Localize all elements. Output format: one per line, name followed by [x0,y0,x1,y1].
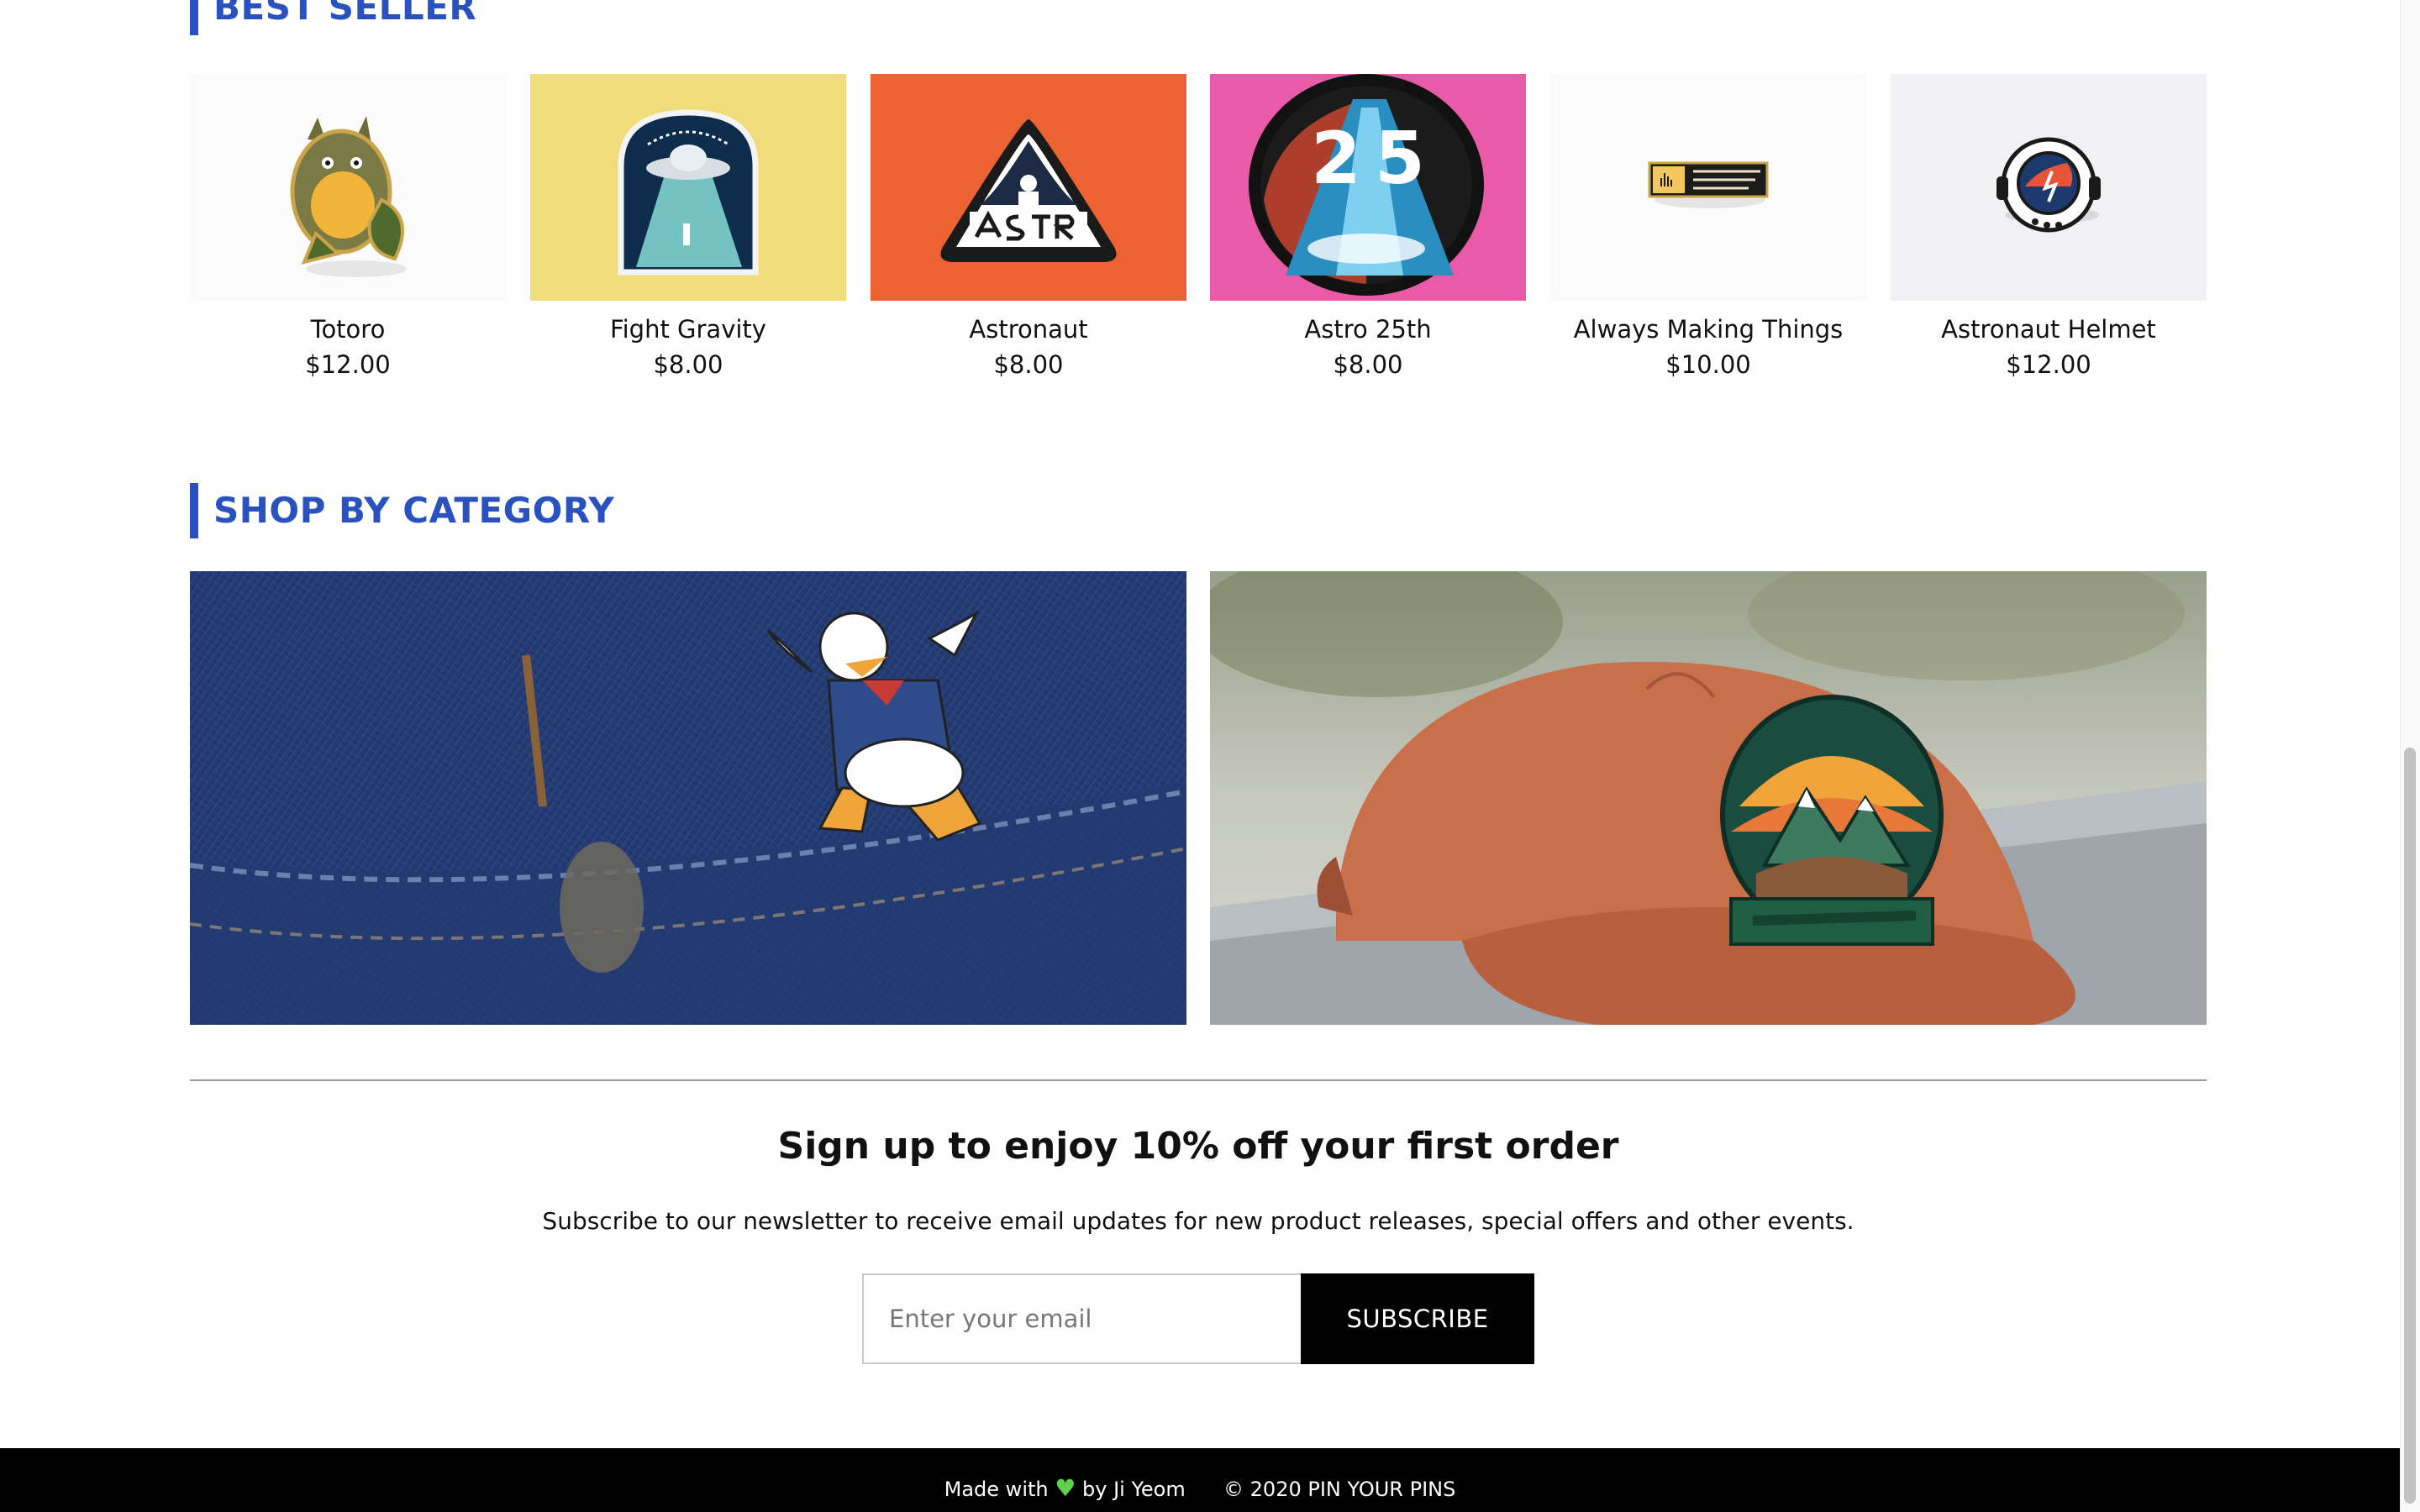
newsletter-form: SUBSCRIBE [862,1273,1534,1364]
section-divider [190,1079,2207,1081]
scrollbar-track[interactable] [2400,0,2420,1512]
subscribe-button[interactable]: SUBSCRIBE [1301,1273,1534,1364]
product-price: $10.00 [1665,350,1751,379]
product-image-astro-25th[interactable]: 2 5 [1210,74,1526,301]
category-grid [190,571,2207,1025]
svg-text:2: 2 [1311,117,1361,201]
footer: Made with ♥ by Ji Yeom © 2020 PIN YOUR P… [0,1448,2400,1512]
product-price: $8.00 [993,350,1064,379]
product-image-fight-gravity[interactable] [530,74,846,301]
product-image-astronaut[interactable] [871,74,1186,301]
product-price: $8.00 [653,350,723,379]
product-price: $12.00 [305,350,391,379]
footer-copyright: © 2020 PIN YOUR PINS [1223,1478,1456,1501]
svg-text:5: 5 [1375,117,1425,201]
product-image-totoro[interactable] [190,74,506,301]
category-image-denim-pins[interactable] [190,571,1186,1025]
product-card-fight-gravity[interactable]: Fight Gravity $8.00 [530,74,846,383]
heart-icon: ♥ [1055,1474,1076,1502]
email-input[interactable] [862,1273,1302,1364]
product-card-astronaut[interactable]: Astronaut $8.00 [871,74,1186,383]
product-image-always-making-things[interactable] [1550,74,1866,301]
product-grid: Totoro $12.00 Fight Gravity $8.00 Astron… [190,74,2207,393]
shop-by-category-heading: SHOP BY CATEGORY [190,483,614,538]
newsletter-section: Sign up to enjoy 10% off your first orde… [190,1117,2207,1240]
footer-author: by Ji Yeom [1082,1478,1186,1501]
product-card-astro-25th[interactable]: 2 5 Astro 25th $8.00 [1210,74,1526,383]
product-price: $8.00 [1333,350,1403,379]
product-name[interactable]: Fight Gravity [530,312,846,346]
product-name[interactable]: Astronaut Helmet [1891,312,2207,346]
product-name[interactable]: Totoro [190,312,506,346]
product-image-astronaut-helmet[interactable] [1891,74,2207,301]
product-card-always-making-things[interactable]: Always Making Things $10.00 [1550,74,1866,383]
scrollbar-thumb[interactable] [2404,748,2416,1504]
footer-made-with: Made with [944,1478,1049,1501]
category-image-cap-patches[interactable] [1210,571,2207,1025]
product-name[interactable]: Astro 25th [1210,312,1526,346]
product-card-astronaut-helmet[interactable]: Astronaut Helmet $12.00 [1891,74,2207,383]
newsletter-description: Subscribe to our newsletter to receive e… [542,1207,1854,1235]
product-name[interactable]: Always Making Things [1550,312,1866,346]
product-price: $12.00 [2006,350,2091,379]
product-card-totoro[interactable]: Totoro $12.00 [190,74,506,383]
newsletter-heading: Sign up to enjoy 10% off your first orde… [777,1125,1619,1168]
best-seller-heading: BEST SELLER [190,0,476,35]
product-name[interactable]: Astronaut [871,312,1186,346]
